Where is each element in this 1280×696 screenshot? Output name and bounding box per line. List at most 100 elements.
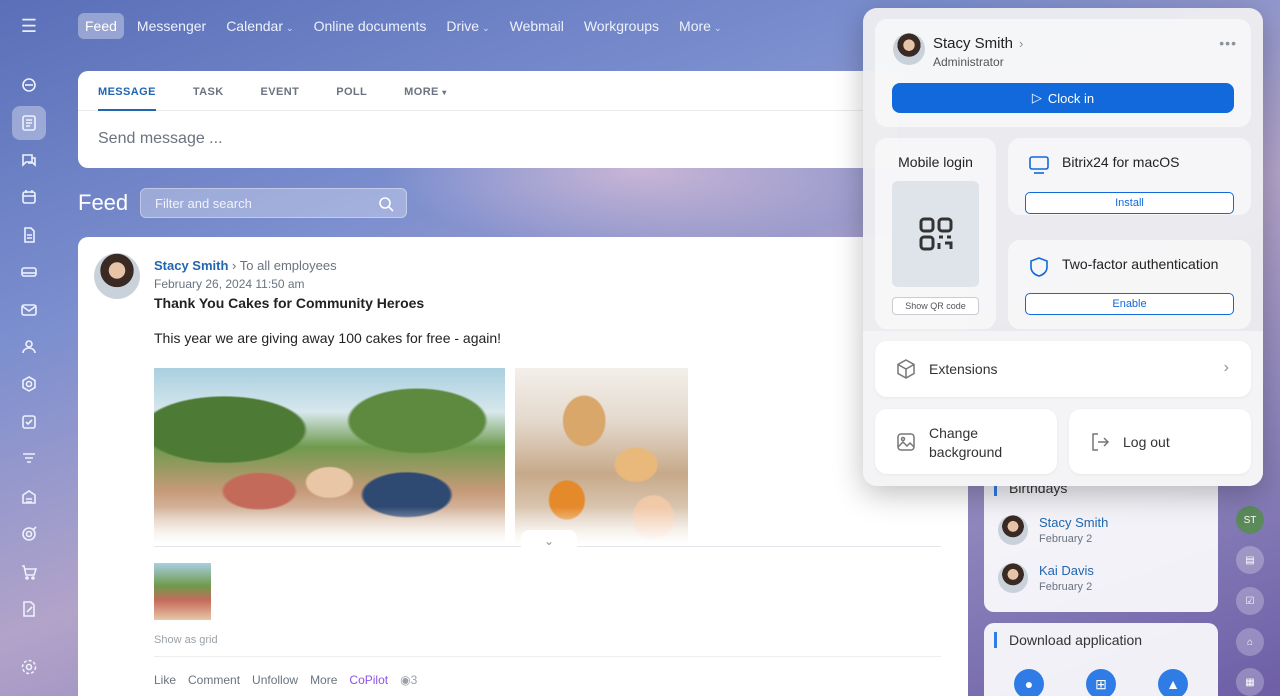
eye-icon: ◉ [400,673,411,687]
groups-icon[interactable] [12,330,46,364]
profile-card: Stacy Smith › Administrator ••• ▷ Clock i… [875,19,1251,127]
settings-gear-icon[interactable] [12,650,46,684]
left-rail: ☰ [0,0,58,696]
author-name-link[interactable]: Stacy Smith [154,258,228,273]
composer-tab-task[interactable]: TASK [193,71,224,111]
author-avatar[interactable] [94,253,140,299]
document-icon[interactable] [12,218,46,252]
sites-icon[interactable] [12,68,46,102]
tab-label: Messenger [136,18,207,34]
calendar-icon[interactable] [12,180,46,214]
send-message-input[interactable]: Send message ... [98,130,223,148]
tab-calendar[interactable]: Calendar ⌄ [219,13,300,39]
like-button[interactable]: Like [154,673,176,687]
more-button[interactable]: More [310,673,337,687]
tab-label: Webmail [509,18,564,34]
comment-button[interactable]: Comment [188,673,240,687]
expand-chevron-icon[interactable]: ⌄ [521,530,577,552]
tab-messenger[interactable]: Messenger [130,13,213,39]
filter-funnel-icon[interactable] [12,442,46,476]
person-name[interactable]: Kai Davis [1039,563,1094,578]
macos-app-card: Bitrix24 for macOS Install [1008,138,1251,215]
qr-code-icon[interactable] [892,181,979,287]
tab-workgroups[interactable]: Workgroups [577,13,666,39]
avatar[interactable] [998,563,1028,593]
user-menu-popup: Stacy Smith › Administrator ••• ▷ Clock i… [863,8,1263,486]
search-icon[interactable] [378,196,394,212]
feed-post: Stacy Smith › To all employees February … [78,237,968,696]
sign-icon[interactable] [12,592,46,626]
log-out-item[interactable]: Log out [1069,409,1251,474]
enable-button[interactable]: Enable [1025,293,1234,315]
tab-label: Calendar [226,18,284,34]
tab-label: Workgroups [583,18,660,34]
tab-more[interactable]: More ⌄ [672,13,728,39]
clock-in-button[interactable]: ▷ Clock in [892,83,1234,113]
play-icon: ▷ [1031,90,1042,105]
post-author-line: Stacy Smith › To all employees [154,258,337,273]
change-background-item[interactable]: Change background [875,409,1057,474]
tab-webmail[interactable]: Webmail [503,13,571,39]
caret-down-icon: ▾ [442,87,447,97]
composer-tabs: MESSAGE TASK EVENT POLL MORE ▾ [78,71,898,111]
home-icon[interactable]: ⌂ [1236,628,1264,656]
tasks-icon[interactable] [12,405,46,439]
extensions-item[interactable]: Extensions › [875,341,1251,397]
drive-icon[interactable] [12,255,46,289]
reports-icon[interactable]: ▤ [1236,546,1264,574]
image-fade [154,507,688,544]
composer-tab-poll[interactable]: POLL [336,71,367,111]
post-composer: MESSAGE TASK EVENT POLL MORE ▾ Send mess… [78,71,898,168]
apple-icon[interactable]: ● [1014,669,1044,696]
feed-icon[interactable] [12,106,46,140]
inventory-icon[interactable] [12,480,46,514]
person-name[interactable]: Stacy Smith [1039,515,1108,530]
views-count: ◉3 [400,673,417,687]
unfollow-button[interactable]: Unfollow [252,673,298,687]
composer-tab-more[interactable]: MORE ▾ [404,71,447,111]
log-out-icon [1089,431,1111,453]
show-as-grid-link[interactable]: Show as grid [154,634,218,646]
linux-icon[interactable]: ▲ [1158,669,1188,696]
show-qr-button[interactable]: Show QR code [892,297,979,315]
chevron-down-icon: ⌄ [713,23,722,33]
filter-search-input[interactable]: Filter and search [140,188,407,218]
tab-label: More [679,18,711,34]
user-name: Stacy Smith [933,35,1014,52]
change-background-label: Change background [929,425,1003,460]
windows-icon[interactable]: ⊞ [1086,669,1116,696]
cube-icon [895,358,917,380]
avatar[interactable] [998,515,1028,545]
more-dots-icon[interactable]: ••• [1219,35,1237,51]
post-audience: To all employees [239,258,337,273]
composer-tab-message[interactable]: MESSAGE [98,71,156,111]
tasks-check-icon[interactable]: ☑ [1236,587,1264,615]
copilot-button[interactable]: CoPilot [349,673,388,687]
user-initials-avatar[interactable]: ST [1236,506,1264,534]
composer-tab-event[interactable]: EVENT [261,71,300,111]
divider [154,656,941,657]
download-app-widget: Download application ● ⊞ ▲ [984,623,1218,696]
views-number: 3 [410,673,418,687]
crm-icon[interactable] [12,367,46,401]
install-button[interactable]: Install [1025,192,1234,214]
download-title: Download application [994,632,1142,648]
mobile-login-title: Mobile login [898,154,973,170]
profile-name-link[interactable]: Stacy Smith › [933,35,1023,52]
chevron-down-icon: ⌄ [482,23,490,33]
tab-feed[interactable]: Feed [78,13,124,39]
tab-online-documents[interactable]: Online documents [307,13,434,39]
attachment-thumbnail[interactable] [154,563,211,620]
chevron-down-icon: ⌄ [286,23,294,33]
user-avatar[interactable] [893,33,925,65]
menu-icon[interactable]: ☰ [18,17,40,35]
shop-cart-icon[interactable] [12,555,46,589]
post-date[interactable]: February 26, 2024 11:50 am [154,277,305,291]
apps-icon[interactable]: ▦ [1236,668,1264,696]
tab-drive[interactable]: Drive ⌄ [439,13,496,39]
marketing-icon[interactable] [12,517,46,551]
chat-icon[interactable] [12,143,46,177]
mail-icon[interactable] [12,293,46,327]
shield-icon [1028,256,1050,278]
extensions-label: Extensions [929,361,998,377]
